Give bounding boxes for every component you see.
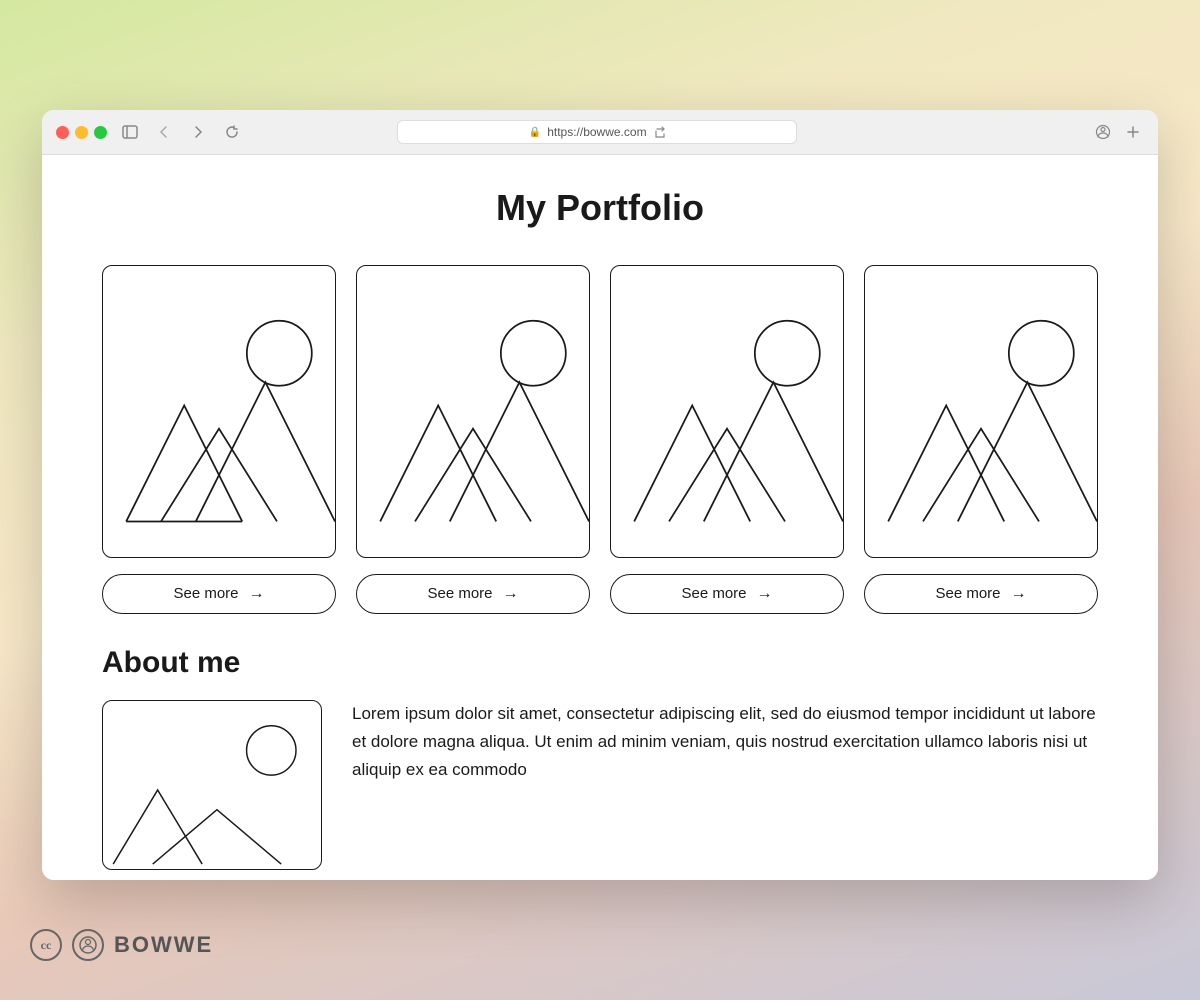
traffic-light-red[interactable]: [56, 126, 69, 139]
bowwe-logo: BOWWE: [114, 932, 213, 958]
portfolio-grid: See more → See more →: [102, 265, 1098, 614]
see-more-label-3: See more: [681, 585, 746, 602]
portfolio-image-4: [864, 265, 1098, 558]
url-text: https://bowwe.com: [547, 125, 646, 139]
reload-button[interactable]: [221, 121, 243, 143]
about-image: [102, 700, 322, 870]
sidebar-toggle-button[interactable]: [119, 121, 141, 143]
see-more-button-3[interactable]: See more →: [610, 574, 844, 614]
arrow-icon-1: →: [249, 585, 265, 603]
about-section: About me Lorem ipsum dolor sit amet, con…: [102, 646, 1098, 870]
new-tab-button[interactable]: [1122, 121, 1144, 143]
traffic-light-yellow[interactable]: [75, 126, 88, 139]
see-more-button-4[interactable]: See more →: [864, 574, 1098, 614]
portfolio-item-1: See more →: [102, 265, 336, 614]
lock-icon: 🔒: [529, 127, 541, 138]
about-content: Lorem ipsum dolor sit amet, consectetur …: [102, 700, 1098, 870]
traffic-lights: [56, 126, 107, 139]
page-content: My Portfolio: [42, 155, 1158, 880]
see-more-label-4: See more: [935, 585, 1000, 602]
browser-window: 🔒 https://bowwe.com: [42, 110, 1158, 880]
portfolio-image-2: [356, 265, 590, 558]
forward-button[interactable]: [187, 121, 209, 143]
portfolio-item-2: See more →: [356, 265, 590, 614]
arrow-icon-2: →: [503, 585, 519, 603]
arrow-icon-3: →: [757, 585, 773, 603]
person-icon: [72, 929, 104, 961]
portfolio-image-3: [610, 265, 844, 558]
portfolio-item-3: See more →: [610, 265, 844, 614]
browser-chrome: 🔒 https://bowwe.com: [42, 110, 1158, 155]
bottom-bar: cc BOWWE: [0, 890, 1200, 1000]
cc-icon: cc: [30, 929, 62, 961]
browser-right-icons: [1092, 121, 1144, 143]
about-text: Lorem ipsum dolor sit amet, consectetur …: [352, 700, 1098, 784]
page-title: My Portfolio: [102, 187, 1098, 229]
see-more-label-2: See more: [427, 585, 492, 602]
back-button[interactable]: [153, 121, 175, 143]
see-more-button-2[interactable]: See more →: [356, 574, 590, 614]
see-more-label-1: See more: [173, 585, 238, 602]
portfolio-image-1: [102, 265, 336, 558]
share-icon: [653, 126, 665, 138]
portfolio-item-4: See more →: [864, 265, 1098, 614]
see-more-button-1[interactable]: See more →: [102, 574, 336, 614]
address-bar[interactable]: 🔒 https://bowwe.com: [397, 120, 797, 144]
traffic-light-green[interactable]: [94, 126, 107, 139]
arrow-icon-4: →: [1011, 585, 1027, 603]
about-title: About me: [102, 646, 1098, 680]
account-button[interactable]: [1092, 121, 1114, 143]
